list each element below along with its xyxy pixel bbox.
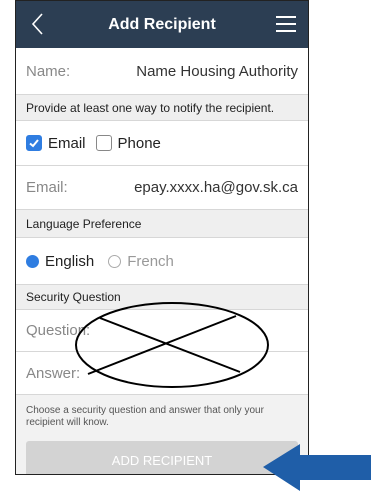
email-checkbox[interactable] [26,135,42,151]
french-radio[interactable] [108,254,122,268]
answer-field[interactable]: Answer: [16,352,308,395]
notify-section-header: Provide at least one way to notify the r… [16,95,308,121]
phone-option-label[interactable]: Phone [118,135,161,152]
security-hint: Choose a security question and answer th… [16,395,308,437]
email-row[interactable]: Email: epay.xxxx.ha@gov.sk.ca [16,166,308,210]
name-row: Name: Name Housing Authority [16,48,308,95]
security-section-label: Security Question [26,290,121,304]
question-label: Question: [26,322,91,339]
notify-section-label: Provide at least one way to notify the r… [26,100,275,115]
nav-bar: Add Recipient [16,1,308,48]
hamburger-menu-icon[interactable] [276,15,296,33]
email-value[interactable]: epay.xxxx.ha@gov.sk.ca [134,179,298,196]
email-option-label[interactable]: Email [48,135,86,152]
answer-label: Answer: [26,364,81,382]
checkmark-icon [29,139,39,148]
phone-screen: Add Recipient Name: Name Housing Authori… [15,0,309,475]
notify-options-row: Email Phone [16,121,308,166]
english-radio[interactable] [26,254,39,268]
language-options-row: English French [16,238,308,285]
name-label: Name: [26,62,71,80]
add-recipient-button[interactable]: ADD RECIPIENT [26,441,298,474]
language-section-header: Language Preference [16,210,308,238]
security-section-header: Security Question [16,285,308,310]
name-value: Name Housing Authority [136,62,298,80]
submit-area: ADD RECIPIENT [16,437,308,474]
page-title: Add Recipient [108,15,216,33]
english-option-label[interactable]: English [45,253,94,270]
language-section-label: Language Preference [26,216,142,231]
question-field[interactable]: Question: [16,310,308,352]
email-label: Email: [26,179,68,196]
chevron-left-icon[interactable] [28,11,48,37]
phone-checkbox[interactable] [95,135,112,151]
french-option-label[interactable]: French [127,253,174,270]
